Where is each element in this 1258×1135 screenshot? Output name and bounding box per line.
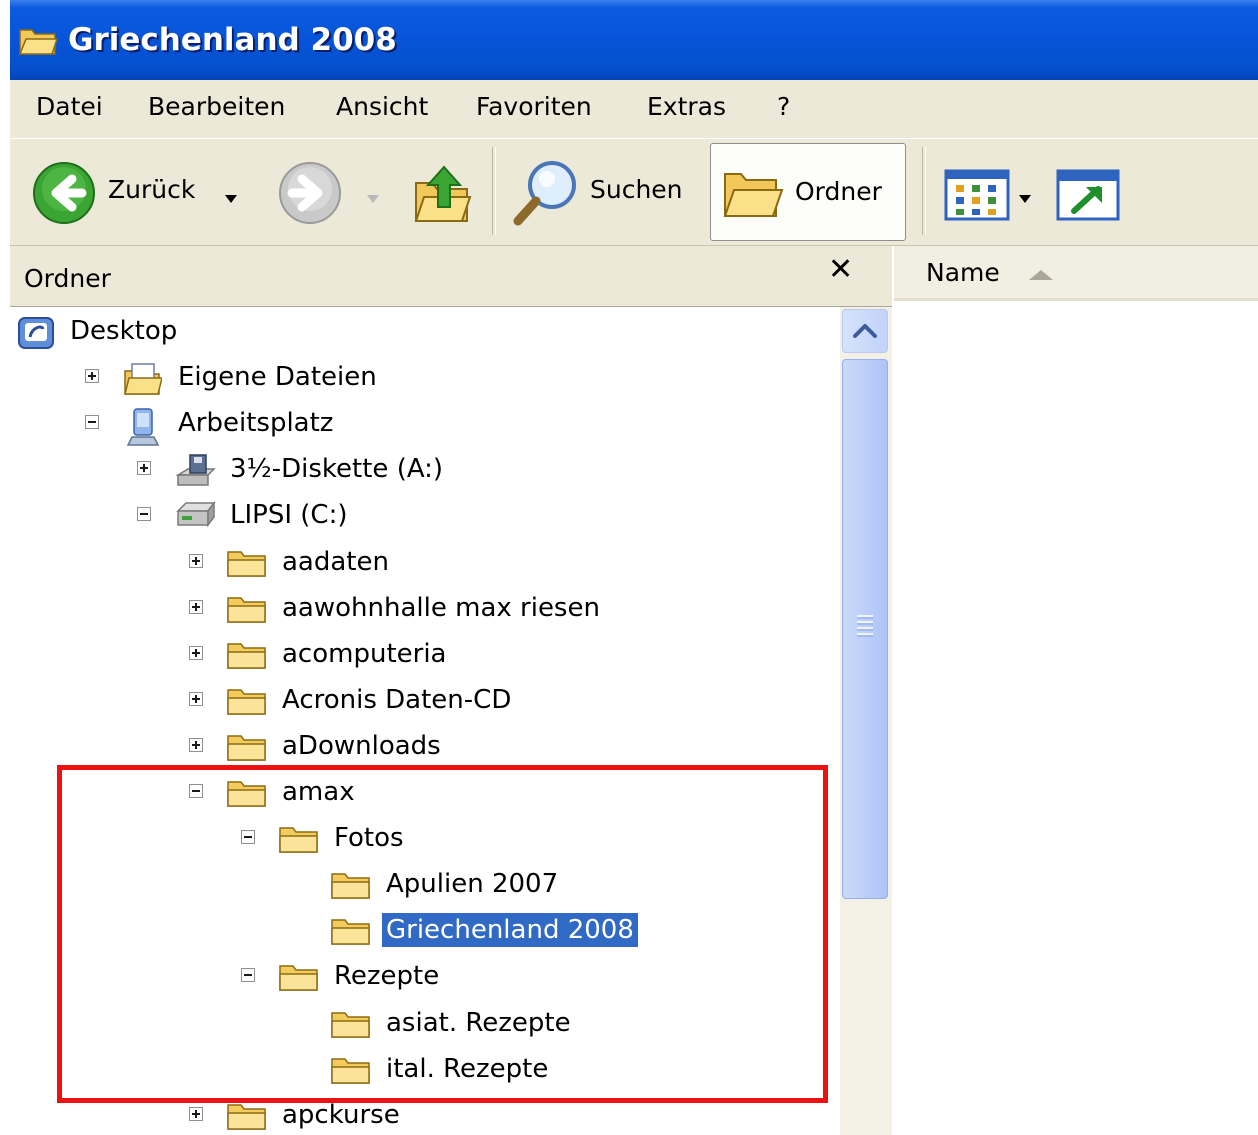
back-arrow-icon: [32, 161, 98, 229]
toolbar-separator: [922, 147, 926, 235]
tree-node[interactable]: Desktop: [10, 309, 838, 355]
folder-icon: [226, 684, 268, 722]
content-pane: Name: [894, 246, 1258, 1135]
tree-node[interactable]: aDownloads: [10, 724, 838, 770]
sync-folder-button[interactable]: [1056, 169, 1122, 223]
tree-node[interactable]: LIPSI (C:): [10, 493, 838, 539]
column-name-label: Name: [926, 258, 1000, 287]
expand-icon[interactable]: [137, 461, 151, 476]
tree-node-label[interactable]: aDownloads: [278, 729, 445, 763]
tree-node-label[interactable]: LIPSI (C:): [226, 498, 351, 532]
tree-node-label[interactable]: Eigene Dateien: [174, 360, 381, 394]
expand-icon[interactable]: [189, 553, 203, 568]
menu-bar: Datei Bearbeiten Ansicht Favoriten Extra…: [10, 80, 1258, 139]
toolbar: Zurück Suchen Ordner: [10, 139, 1258, 246]
folder-icon: [226, 1099, 268, 1135]
tree-node-label[interactable]: Desktop: [66, 314, 181, 348]
expand-icon[interactable]: [189, 645, 203, 660]
tree-node[interactable]: Acronis Daten-CD: [10, 678, 838, 724]
menu-ansicht[interactable]: Ansicht: [332, 92, 432, 121]
toolbar-separator: [492, 147, 496, 235]
tree-node[interactable]: acomputeria: [10, 632, 838, 678]
folder-icon: [226, 730, 268, 768]
folders-toggle-button[interactable]: Ordner: [710, 143, 906, 241]
views-icon: [944, 169, 1010, 227]
back-button[interactable]: Zurück: [32, 161, 254, 225]
folders-icon: [721, 164, 785, 230]
tree-node-label[interactable]: 3½-Diskette (A:): [226, 452, 447, 486]
search-label: Suchen: [590, 175, 683, 204]
scroll-thumb[interactable]: [842, 359, 888, 899]
title-bar[interactable]: Griechenland 2008: [10, 0, 1258, 80]
folder-pane-title: Ordner: [24, 264, 111, 293]
menu-extras[interactable]: Extras: [643, 92, 730, 121]
column-header-name[interactable]: Name: [894, 246, 1258, 301]
folder-up-icon: [410, 155, 476, 231]
tree-node-label[interactable]: aadaten: [278, 545, 393, 579]
expand-icon[interactable]: [85, 369, 99, 384]
collapse-icon[interactable]: [85, 415, 99, 430]
tree-node[interactable]: 3½-Diskette (A:): [10, 447, 838, 493]
expand-icon[interactable]: [189, 691, 203, 706]
folder-icon: [226, 592, 268, 630]
folder-pane-header: Ordner ✕: [10, 246, 892, 307]
up-button[interactable]: [410, 155, 478, 229]
menu-bearbeiten[interactable]: Bearbeiten: [144, 92, 289, 121]
grip-icon: [857, 615, 873, 637]
collapse-icon[interactable]: [137, 507, 151, 522]
close-icon[interactable]: ✕: [828, 252, 853, 287]
highlight-box: [57, 765, 828, 1103]
folder-icon: [226, 546, 268, 584]
views-button[interactable]: [944, 169, 1036, 223]
desktop-icon: [16, 315, 56, 355]
open-folder-icon: [18, 24, 59, 60]
dropdown-arrow-icon[interactable]: [1018, 189, 1032, 208]
menu-favoriten[interactable]: Favoriten: [472, 92, 596, 121]
my-computer-icon: [122, 407, 162, 451]
tree-node-label[interactable]: Arbeitsplatz: [174, 406, 337, 440]
vertical-scrollbar[interactable]: [840, 307, 892, 1135]
tree-node[interactable]: aadaten: [10, 540, 838, 586]
hard-drive-icon: [174, 499, 218, 533]
window-arrow-icon: [1056, 169, 1120, 227]
sort-ascending-icon: [1028, 266, 1054, 285]
window-title: Griechenland 2008: [68, 22, 397, 58]
chevron-up-icon: [853, 324, 877, 338]
expand-icon[interactable]: [189, 737, 203, 752]
floppy-drive-icon: [174, 453, 218, 493]
menu-help[interactable]: ?: [773, 92, 794, 121]
menu-datei[interactable]: Datei: [32, 92, 107, 121]
forward-button[interactable]: [278, 161, 388, 225]
expand-icon[interactable]: [189, 1106, 203, 1121]
tree-node[interactable]: Arbeitsplatz: [10, 401, 838, 447]
search-icon: [512, 157, 580, 231]
expand-icon[interactable]: [189, 599, 203, 614]
tree-node[interactable]: Eigene Dateien: [10, 355, 838, 401]
my-documents-icon: [122, 361, 163, 401]
forward-arrow-icon: [278, 161, 344, 229]
scroll-up-button[interactable]: [842, 309, 888, 353]
folders-label: Ordner: [795, 177, 882, 206]
tree-node[interactable]: aawohnhalle max riesen: [10, 586, 838, 632]
back-label: Zurück: [108, 175, 196, 204]
tree-node-label[interactable]: aawohnhalle max riesen: [278, 591, 604, 625]
dropdown-arrow-icon[interactable]: [224, 189, 238, 208]
dropdown-arrow-icon[interactable]: [366, 189, 380, 208]
tree-node-label[interactable]: acomputeria: [278, 637, 450, 671]
folder-icon: [226, 638, 268, 676]
tree-node-label[interactable]: Acronis Daten-CD: [278, 683, 515, 717]
search-button[interactable]: Suchen: [512, 157, 698, 227]
